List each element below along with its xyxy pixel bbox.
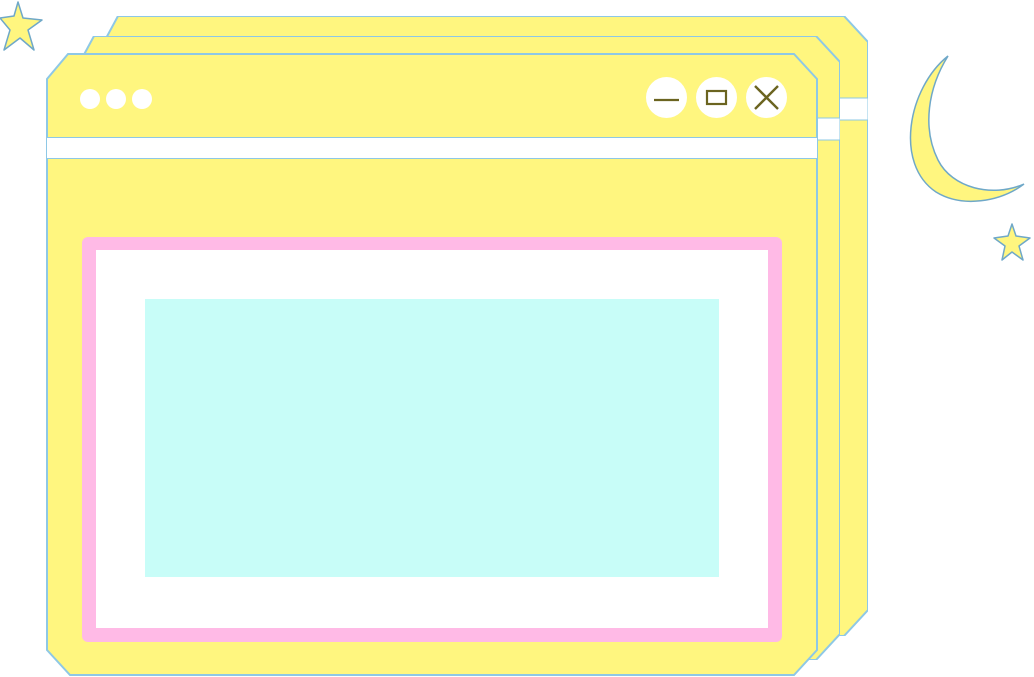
star-icon [0, 0, 46, 56]
address-bar[interactable] [47, 137, 817, 159]
title-dot-2 [106, 89, 126, 109]
minimize-button[interactable] [646, 77, 687, 118]
content-frame [82, 237, 782, 642]
star-icon [992, 222, 1034, 264]
maximize-button[interactable] [696, 77, 737, 118]
title-dot-1 [80, 89, 100, 109]
maximize-icon [705, 89, 728, 106]
title-dot-3 [132, 89, 152, 109]
content-view [145, 299, 719, 577]
window-controls [646, 77, 787, 118]
window-dots [80, 89, 152, 109]
crescent-moon-icon [900, 52, 1030, 210]
minimize-icon [654, 98, 679, 102]
close-button[interactable] [746, 77, 787, 118]
main-window [46, 53, 818, 676]
content-panel [96, 250, 768, 628]
desktop-illustration [0, 0, 1034, 677]
close-icon [754, 85, 779, 110]
